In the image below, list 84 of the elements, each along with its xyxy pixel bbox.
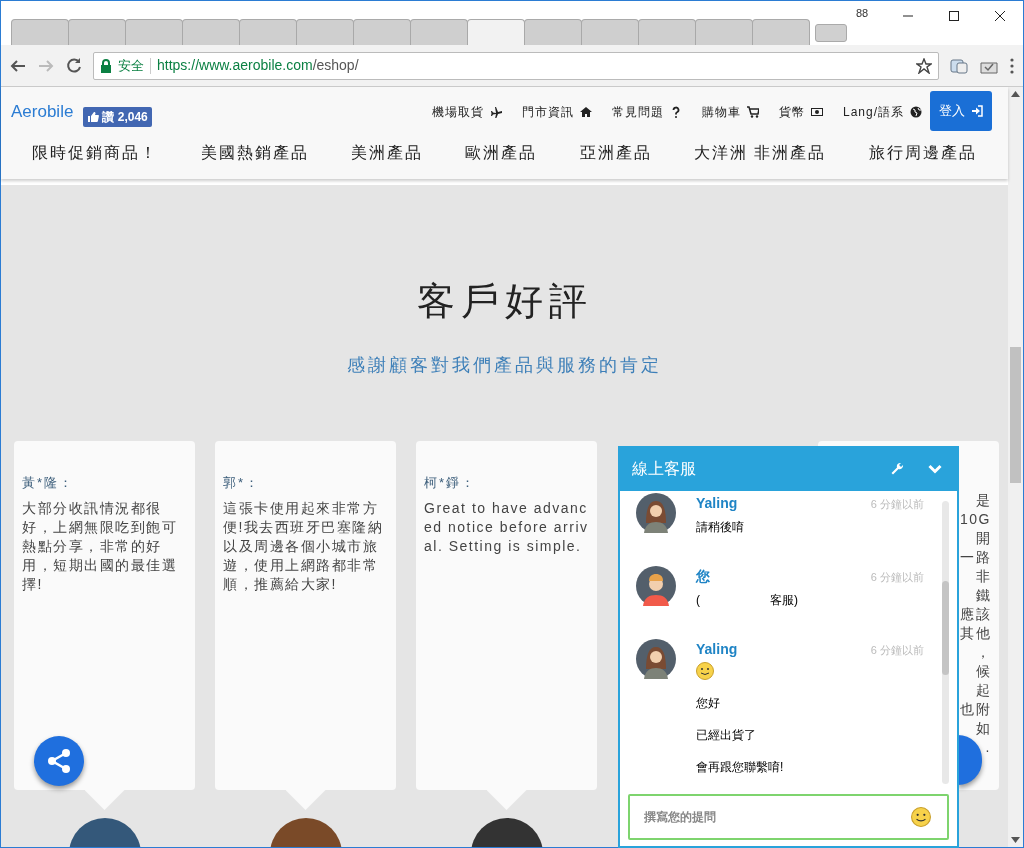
message-text: 您好 [696,695,721,712]
cart-icon [746,106,759,118]
avatar-icon [636,639,676,679]
message-time: 6 分鐘以前 [870,570,924,585]
chat-scrollbar-thumb[interactable] [942,581,949,675]
scroll-down-icon [1011,837,1020,843]
nav-link[interactable]: 美洲產品 [350,141,423,165]
browser-tab[interactable] [125,19,183,45]
avatar-icon [636,566,676,606]
reviewer-name: 郭*： [223,474,262,492]
message-time: 6 分鐘以前 [870,497,924,512]
browser-tab[interactable] [11,19,69,45]
browser-tab[interactable] [467,19,525,45]
browser-tab[interactable] [638,19,696,45]
nav-link[interactable]: 旅行周邊產品 [868,141,977,165]
star-icon [916,57,932,74]
new-tab-button[interactable] [815,24,847,42]
browser-tab[interactable] [752,19,810,45]
sign-in-icon [971,105,983,117]
browser-tab[interactable] [353,19,411,45]
message-text: 客服) [770,592,798,609]
site-logo[interactable]: Aerobile [11,99,74,125]
browser-tab[interactable] [524,19,582,45]
nav-link[interactable]: 亞洲產品 [579,141,652,165]
browser-tab[interactable] [695,19,753,45]
browser-tab[interactable] [581,19,639,45]
smiley-icon [911,807,931,827]
header-link[interactable]: 購物車 [701,103,759,121]
chevron-down-icon [928,463,942,474]
nav-link[interactable]: 美國熱銷產品 [200,141,309,165]
smiley-icon [696,662,714,680]
sender-name: Yaling [696,494,738,513]
wrench-icon [890,461,904,476]
header-link[interactable]: Lang/語系 [842,103,922,121]
sender-name: 您 [696,567,710,586]
header-link[interactable]: 常見問題 [611,103,682,121]
nav-link[interactable]: 歐洲產品 [465,141,538,165]
message-text: ( [696,592,700,609]
review-text: 是 10G 開 一路 非 鐵 應該 其他 ， 候 起 也附 如 . [959,491,991,757]
share-icon [46,748,72,774]
message-text: 已經出貨了 [696,727,757,744]
header-link[interactable]: 貨幣 [778,103,823,121]
nav-link[interactable]: 大洋洲 非洲產品 [693,141,827,165]
plane-icon [489,106,502,118]
browser-tab[interactable] [68,19,126,45]
thumbs-up-icon [87,111,100,123]
nav-link[interactable]: 限時促銷商品！ [32,141,159,165]
review-text: Great to have advanced notice before arrival. Setting is simple. [424,498,589,556]
url-text: https://www.aerobile.com/eshop/ [157,56,359,75]
banknote-icon [810,106,823,118]
globe-icon [910,106,922,118]
header-link[interactable]: 機場取貨 [431,103,502,121]
scroll-up-icon [1011,91,1020,97]
section-subtitle: 感謝顧客對我們產品與服務的肯定 [347,354,662,377]
close-icon [994,10,1006,22]
login-button[interactable]: 登入 [930,91,992,131]
menu-icon [1009,56,1015,75]
scrollbar-thumb[interactable] [1010,347,1021,483]
house-icon [579,106,592,118]
section-title: 客戶好評 [416,279,593,324]
like-button[interactable]: 讚 2,046 [83,107,152,127]
review-text: 這張卡使用起來非常方便!我去西班牙巴塞隆納以及周邊各個小城市旅遊，使用上網路都非常順，推薦給大家! [223,498,385,594]
review-text: 大部分收訊情況都很好，上網無限吃到飽可熱點分享，非常的好用，短期出國的最佳選擇! [22,498,178,594]
avatar-icon [636,493,676,533]
address-bar[interactable]: 安全 https://www.aerobile.com/eshop/ [93,51,939,80]
chat-title: 線上客服 [632,458,696,479]
reviewer-name: 柯*錚： [424,474,478,492]
browser-tab[interactable] [410,19,468,45]
extension-icon [949,56,969,75]
maximize-icon [948,10,960,22]
message-text: 會再跟您聯繫唷! [696,759,785,776]
chat-input-field[interactable]: 撰寫您的提問 [628,794,949,840]
lock-icon [100,58,112,73]
browser-tab[interactable] [182,19,240,45]
tab-count: 88 [856,6,869,21]
reload-icon [65,56,83,75]
message-time: 6 分鐘以前 [870,643,924,658]
sender-name: Yaling [696,640,738,659]
header-link[interactable]: 門市資訊 [521,103,592,121]
message-text: 請稍後唷 [696,519,745,536]
browser-tab[interactable] [296,19,354,45]
reviewer-name: 黃*隆： [22,474,76,492]
security-label: 安全 [118,56,144,75]
browser-tab[interactable] [239,19,297,45]
